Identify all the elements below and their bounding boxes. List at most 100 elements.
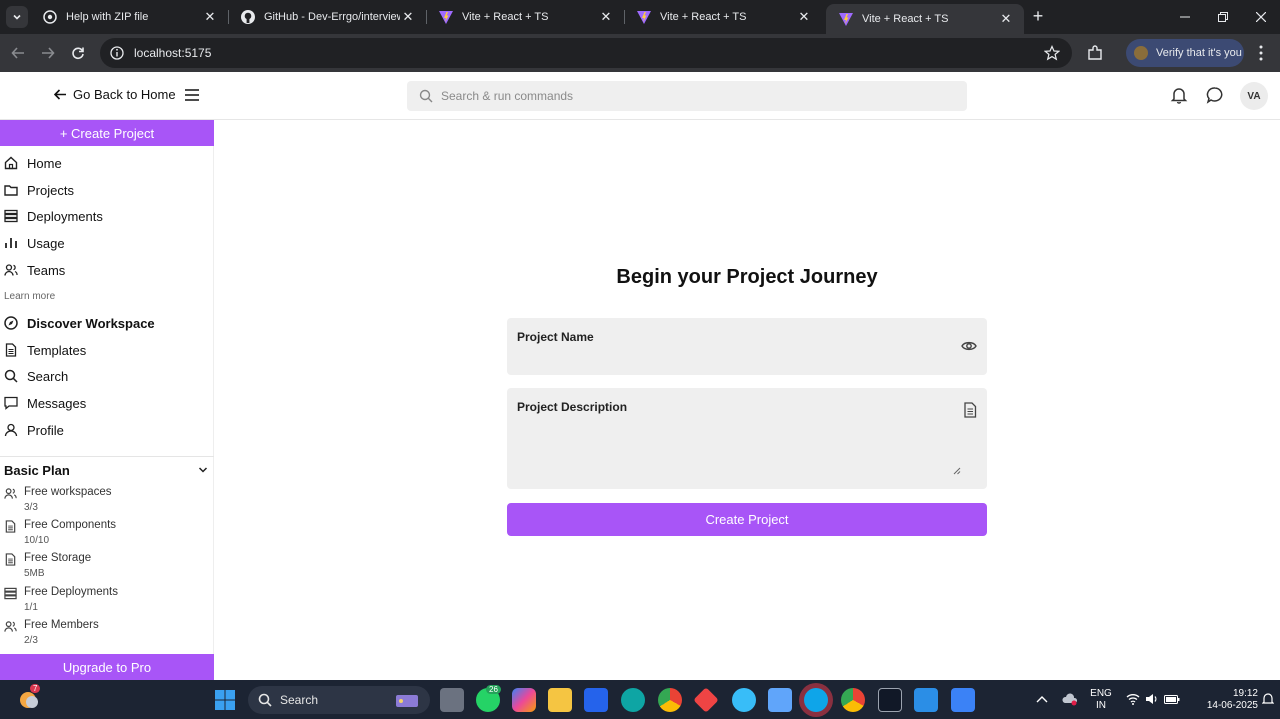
windows-start-icon[interactable] (214, 689, 236, 711)
star-icon[interactable] (1044, 45, 1060, 61)
close-icon[interactable]: ✕ (202, 9, 218, 25)
chevron-down-icon[interactable] (198, 465, 208, 475)
browser-tab-5-active[interactable]: Vite + React + TS ✕ (826, 4, 1024, 34)
sidebar-item-profile[interactable]: Profile (0, 418, 214, 442)
search-icon (4, 369, 18, 383)
task-view-icon[interactable] (440, 688, 464, 712)
clock[interactable]: 19:12 14-06-2025 (1192, 688, 1258, 712)
store-icon[interactable] (584, 688, 608, 712)
edge-icon[interactable] (621, 688, 645, 712)
eye-icon[interactable] (961, 339, 977, 353)
more-menu-icon[interactable] (1252, 44, 1270, 62)
tab-title: Vite + React + TS (660, 11, 747, 23)
copilot-icon[interactable] (512, 688, 536, 712)
go-back-home-link[interactable]: Go Back to Home (54, 87, 176, 102)
sidebar-item-messages[interactable]: Messages (0, 391, 214, 415)
taskbar-search[interactable]: Search (248, 686, 430, 714)
project-description-field[interactable]: Project Description (507, 388, 987, 489)
plan-item-value: 5MB (24, 568, 45, 579)
wifi-icon[interactable] (1126, 693, 1140, 705)
search-input[interactable] (441, 89, 941, 103)
upgrade-to-pro-button[interactable]: Upgrade to Pro (0, 654, 214, 680)
sidebar-divider (0, 456, 214, 457)
server-icon (4, 209, 18, 223)
user-icon (4, 423, 18, 437)
project-name-field[interactable]: Project Name (507, 318, 987, 375)
project-name-input[interactable] (517, 350, 937, 368)
language-indicator[interactable]: ENG IN (1088, 688, 1114, 712)
clock-date: 14-06-2025 (1206, 700, 1258, 711)
chrome-icon[interactable] (658, 688, 682, 712)
close-icon (1256, 12, 1266, 22)
document-icon (5, 520, 16, 533)
vite-icon (839, 13, 853, 26)
onedrive-icon[interactable] (1062, 692, 1078, 706)
sidebar-item-usage[interactable]: Usage (0, 231, 214, 255)
notification-icon[interactable] (1262, 692, 1274, 706)
close-icon[interactable]: ✕ (598, 9, 614, 25)
chat-icon[interactable] (1206, 86, 1224, 104)
verify-label: Verify that it's you (1156, 47, 1242, 59)
user-avatar[interactable]: VA (1240, 82, 1268, 110)
search-highlight-icon (396, 695, 418, 707)
close-icon[interactable]: ✕ (998, 11, 1014, 27)
browser-tab-2[interactable]: GitHub - Dev-Errgo/interview-c ✕ (228, 0, 426, 34)
hamburger-menu-icon[interactable] (184, 88, 200, 102)
close-window-button[interactable] (1242, 0, 1280, 34)
back-button[interactable] (6, 41, 30, 65)
site-info-icon[interactable] (110, 46, 124, 60)
sidebar-item-search[interactable]: Search (0, 364, 214, 388)
minimize-button[interactable] (1166, 0, 1204, 34)
battery-icon[interactable] (1164, 693, 1180, 705)
reload-button[interactable] (66, 41, 90, 65)
arrow-right-icon (42, 47, 55, 59)
plan-item-deployments: Free Deployments 1/1 (4, 586, 204, 616)
chevron-down-icon (13, 14, 21, 20)
taskbar-search-label: Search (280, 693, 319, 707)
tab-search-button[interactable] (6, 6, 28, 28)
github-icon (241, 10, 255, 24)
command-search-bar[interactable] (407, 81, 967, 111)
sidebar-item-home[interactable]: Home (0, 151, 214, 175)
sidebar-item-discover-workspace[interactable]: Discover Workspace (0, 311, 214, 335)
arrow-left-icon (54, 89, 66, 100)
browser-toolbar: localhost:5175 Verify that it's you (0, 34, 1280, 72)
profile-verify-button[interactable]: Verify that it's you (1126, 39, 1244, 67)
file-explorer-icon[interactable] (548, 688, 572, 712)
close-icon[interactable]: ✕ (400, 9, 416, 25)
create-project-sidebar-button[interactable]: + Create Project (0, 120, 214, 146)
chevron-up-icon[interactable] (1036, 694, 1048, 704)
sidebar-item-projects[interactable]: Projects (0, 178, 214, 202)
sidebar-item-templates[interactable]: Templates (0, 338, 214, 362)
vscode-icon[interactable] (914, 688, 938, 712)
sidebar-item-label: Templates (27, 342, 87, 358)
address-bar[interactable]: localhost:5175 (100, 38, 1072, 68)
server-icon (4, 587, 17, 600)
sidebar-item-teams[interactable]: Teams (0, 258, 214, 282)
app-icon[interactable] (732, 688, 756, 712)
telegram-icon[interactable] (804, 688, 828, 712)
bell-icon[interactable] (1170, 86, 1188, 104)
browser-tab-4[interactable]: Vite + React + TS ✕ (624, 0, 822, 34)
browser-tab-3[interactable]: Vite + React + TS ✕ (426, 0, 624, 34)
chrome-profile-icon[interactable] (841, 688, 865, 712)
notepad-icon[interactable] (951, 688, 975, 712)
project-description-input[interactable] (517, 420, 937, 472)
volume-icon[interactable] (1145, 693, 1159, 705)
maximize-button[interactable] (1204, 0, 1242, 34)
forward-button[interactable] (36, 41, 60, 65)
extensions-icon[interactable] (1086, 44, 1104, 62)
git-icon[interactable] (693, 687, 719, 713)
arrow-left-icon (11, 47, 24, 59)
vite-icon (637, 11, 651, 24)
close-icon[interactable]: ✕ (796, 9, 812, 25)
weather-widget[interactable]: 7 (16, 684, 42, 712)
terminal-icon[interactable] (878, 688, 902, 712)
sidebar-item-deployments[interactable]: Deployments (0, 204, 214, 228)
remote-desktop-icon[interactable] (768, 688, 792, 712)
resize-grip-icon[interactable] (953, 467, 961, 475)
browser-tab-1[interactable]: Help with ZIP file ✕ (30, 0, 228, 34)
create-project-button[interactable]: Create Project (507, 503, 987, 536)
document-icon (5, 553, 16, 566)
new-tab-button[interactable]: + (1028, 6, 1048, 28)
